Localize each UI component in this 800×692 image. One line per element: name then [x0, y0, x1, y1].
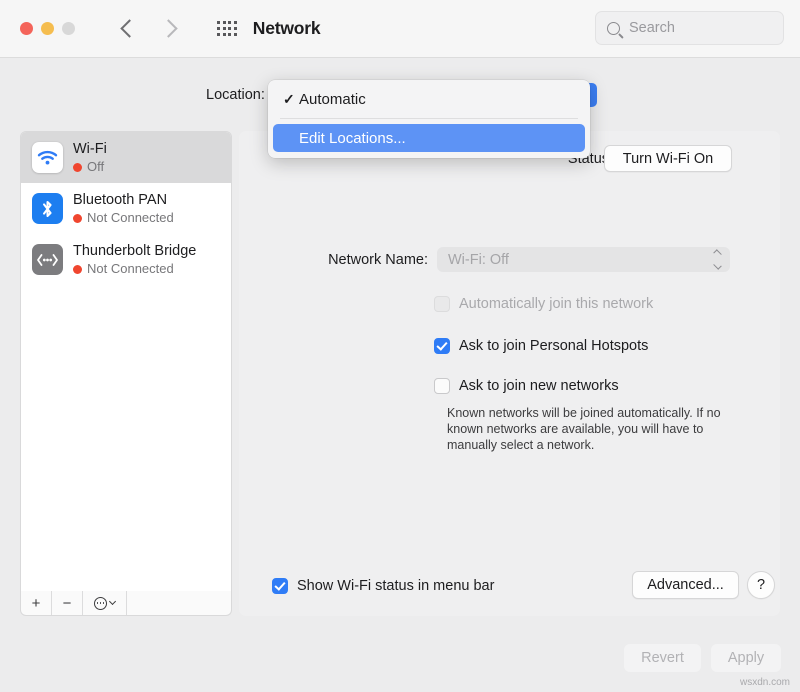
zoom-button[interactable]: [62, 22, 75, 35]
action-gear-icon: [94, 597, 107, 610]
checkbox-ask-new-networks[interactable]: Ask to join new networks: [434, 378, 619, 394]
network-preferences-window: Network Search Location: ✓ Automatic Edi…: [0, 0, 800, 692]
checkbox-box[interactable]: [434, 338, 450, 354]
search-icon: [607, 22, 620, 35]
sidebar-item-status: Off: [73, 159, 107, 175]
checkbox-label: Ask to join Personal Hotspots: [459, 338, 648, 354]
checkbox-box[interactable]: [434, 296, 450, 312]
network-name-label: Network Name:: [239, 252, 428, 268]
network-name-value: Wi-Fi: Off: [448, 252, 509, 268]
checkbox-box[interactable]: [272, 578, 288, 594]
status-text: Off: [87, 159, 104, 175]
checkmark-icon: ✓: [283, 91, 299, 108]
checkbox-show-wifi-status[interactable]: Show Wi-Fi status in menu bar: [272, 578, 494, 594]
add-service-button[interactable]: +: [21, 591, 52, 615]
advanced-button[interactable]: Advanced...: [632, 571, 739, 599]
bluetooth-icon: [32, 193, 63, 224]
sidebar-item-status: Not Connected: [73, 210, 174, 226]
wifi-icon: [32, 142, 63, 173]
status-dot-icon: [73, 163, 82, 172]
wifi-settings-panel: Status:Off Turn Wi-Fi On Network Name: W…: [239, 131, 780, 616]
watermark: wsxdn.com: [740, 677, 790, 688]
chevron-left-icon[interactable]: [120, 19, 138, 37]
help-description-text: Known networks will be joined automatica…: [447, 405, 742, 453]
sidebar-item-status: Not Connected: [73, 261, 196, 277]
page-title: Network: [253, 18, 321, 39]
sidebar-item-label: Bluetooth PAN: [73, 192, 167, 208]
location-label: Location:: [206, 87, 265, 103]
status-dot-icon: [73, 214, 82, 223]
status-dot-icon: [73, 265, 82, 274]
checkbox-ask-personal-hotspots[interactable]: Ask to join Personal Hotspots: [434, 338, 648, 354]
search-field[interactable]: Search: [595, 11, 784, 45]
menu-item-automatic[interactable]: ✓ Automatic: [273, 85, 585, 113]
thunderbolt-icon: [32, 244, 63, 275]
revert-button[interactable]: Revert: [624, 644, 701, 672]
network-name-select[interactable]: Wi-Fi: Off: [437, 247, 730, 272]
sidebar-item-bluetooth-pan[interactable]: Bluetooth PAN Not Connected: [21, 183, 231, 234]
sidebar-item-thunderbolt-bridge[interactable]: Thunderbolt Bridge Not Connected: [21, 234, 231, 285]
sidebar-item-text: Wi-Fi Off: [73, 140, 107, 175]
checkbox-box[interactable]: [434, 378, 450, 394]
stepper-updown-icon: [713, 251, 722, 268]
status-text: Not Connected: [87, 261, 174, 277]
sidebar-item-wi-fi[interactable]: Wi-Fi Off: [21, 132, 231, 183]
minimize-button[interactable]: [41, 22, 54, 35]
turn-wifi-on-button[interactable]: Turn Wi-Fi On: [604, 145, 732, 172]
menu-separator: [280, 118, 578, 119]
chevron-right-icon[interactable]: [159, 19, 177, 37]
sidebar-toolbar: + −: [20, 591, 232, 616]
menu-item-edit-locations[interactable]: Edit Locations...: [273, 124, 585, 152]
checkbox-label: Automatically join this network: [459, 296, 653, 312]
network-name-row: Network Name: Wi-Fi: Off: [239, 247, 780, 272]
sidebar-item-label: Wi-Fi: [73, 141, 107, 157]
status-text: Not Connected: [87, 210, 174, 226]
chevron-down-icon: [109, 598, 116, 605]
traffic-lights: [20, 22, 75, 35]
sidebar-item-text: Thunderbolt Bridge Not Connected: [73, 242, 196, 277]
sidebar-item-text: Bluetooth PAN Not Connected: [73, 191, 174, 226]
menu-item-label: Edit Locations...: [299, 130, 406, 147]
search-input[interactable]: Search: [629, 20, 675, 36]
apply-button[interactable]: Apply: [711, 644, 781, 672]
show-all-grid-icon[interactable]: [217, 21, 237, 35]
navigation-arrows: [123, 22, 175, 35]
menu-item-label: Automatic: [299, 91, 366, 108]
window-toolbar: Network Search: [0, 0, 800, 58]
checkbox-auto-join-network[interactable]: Automatically join this network: [434, 296, 653, 312]
sidebar-item-label: Thunderbolt Bridge: [73, 243, 196, 259]
location-dropdown-menu: ✓ Automatic Edit Locations...: [268, 80, 590, 158]
action-menu-button[interactable]: [83, 591, 127, 615]
help-button[interactable]: ?: [747, 571, 775, 599]
remove-service-button[interactable]: −: [52, 591, 83, 615]
checkbox-label: Show Wi-Fi status in menu bar: [297, 578, 494, 594]
close-button[interactable]: [20, 22, 33, 35]
network-services-list[interactable]: Wi-Fi Off Bluetooth PAN Not Connected: [20, 131, 232, 615]
checkbox-label: Ask to join new networks: [459, 378, 619, 394]
